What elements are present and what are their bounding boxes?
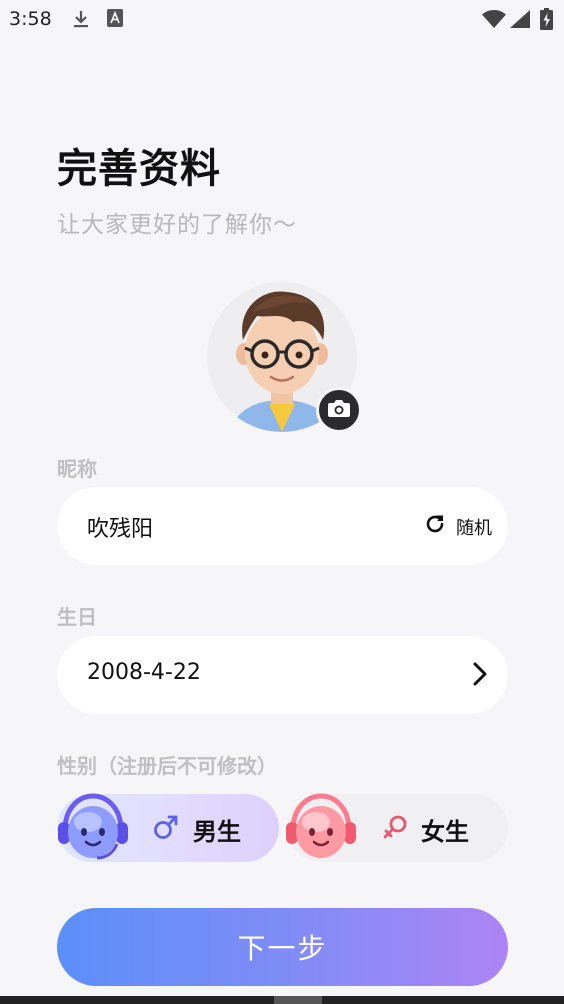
- nickname-field[interactable]: 吹残阳 随机: [57, 487, 508, 565]
- nickname-value: 吹残阳: [87, 517, 154, 542]
- wifi-icon: [482, 9, 506, 32]
- female-symbol-icon: [382, 814, 408, 844]
- refresh-icon: [424, 513, 446, 540]
- page-subtitle: 让大家更好的了解你～: [57, 212, 297, 238]
- random-nickname-button[interactable]: 随机: [424, 513, 492, 540]
- avatar-picker[interactable]: [207, 282, 362, 433]
- signal-icon: [510, 10, 530, 32]
- status-time: 3:58: [9, 8, 52, 30]
- gender-selector: 男生 女生: [57, 793, 508, 862]
- camera-button[interactable]: [316, 387, 362, 433]
- gender-label: 性别（注册后不可修改）: [57, 754, 277, 778]
- birthday-value: 2008-4-22: [87, 660, 201, 685]
- nickname-label: 昵称: [57, 457, 97, 481]
- nav-handle[interactable]: [274, 996, 322, 1004]
- female-label: 女生: [421, 818, 469, 846]
- chevron-right-icon: [470, 660, 488, 692]
- gender-option-female[interactable]: 女生: [286, 793, 508, 862]
- status-bar: 3:58: [0, 0, 564, 38]
- female-mascot-icon: [283, 792, 359, 868]
- battery-icon: [540, 8, 553, 34]
- male-mascot-icon: [55, 792, 131, 868]
- male-label: 男生: [193, 818, 241, 846]
- birthday-field[interactable]: 2008-4-22: [57, 636, 508, 714]
- font-icon: [107, 9, 123, 31]
- page-title: 完善资料: [57, 146, 221, 192]
- birthday-label: 生日: [57, 605, 97, 629]
- random-label: 随机: [456, 517, 492, 539]
- download-icon: [72, 9, 90, 33]
- camera-icon: [327, 398, 351, 422]
- next-button[interactable]: 下一步: [57, 908, 508, 986]
- gender-option-male[interactable]: 男生: [57, 793, 279, 862]
- male-symbol-icon: [153, 814, 179, 844]
